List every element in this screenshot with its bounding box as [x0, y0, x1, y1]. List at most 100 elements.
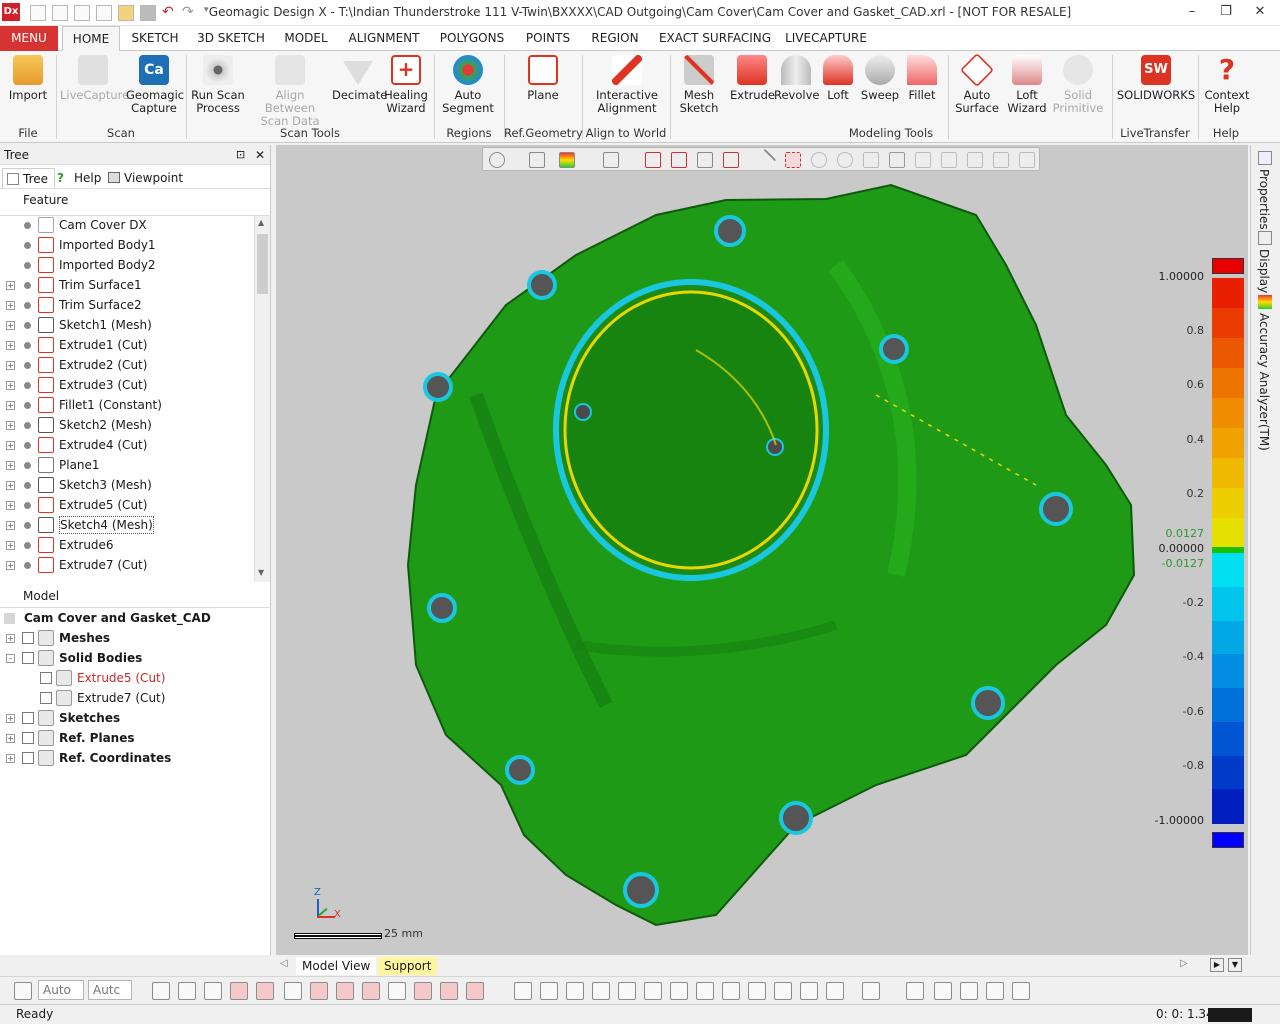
feature-tree-row[interactable]: + Sketch3 (Mesh) [0, 475, 255, 495]
feature-tree-row[interactable]: + Extrude2 (Cut) [0, 355, 255, 375]
model-tree-row[interactable]: Extrude5 (Cut) [0, 668, 270, 688]
expand-icon[interactable]: + [6, 361, 15, 370]
visibility-checkbox[interactable] [22, 652, 34, 664]
selection-filter-combo[interactable]: Auto [38, 980, 84, 1000]
menu-tab[interactable]: MENU [0, 26, 58, 51]
expand-icon[interactable]: + [6, 461, 15, 470]
tab-properties[interactable]: Properties [1257, 169, 1271, 230]
view-option-icon[interactable] [696, 982, 714, 1000]
expand-icon[interactable]: + [6, 634, 15, 643]
feature-tree-row[interactable]: + Sketch2 (Mesh) [0, 415, 255, 435]
expand-icon[interactable]: + [6, 541, 15, 550]
mesh-sketch-button[interactable]: Mesh Sketch [674, 55, 724, 115]
tab-display[interactable]: Display [1257, 249, 1271, 293]
feature-tree-row[interactable]: + Sketch1 (Mesh) [0, 315, 255, 335]
visibility-dot-icon[interactable] [24, 222, 31, 229]
expand-icon[interactable]: + [6, 341, 15, 350]
tab-accuracy-analyzer[interactable]: Accuracy Analyzer(TM) [1257, 313, 1271, 451]
model-tree-row[interactable]: + Ref. Planes [0, 728, 270, 748]
tab-viewpoint[interactable]: Viewpoint [104, 168, 183, 188]
tab-tree[interactable]: Tree [2, 168, 56, 188]
3d-viewport[interactable]: Z X 25 mm 1.00000 0.8 0.6 0.4 0.2 0.0127 0.000… [276, 145, 1248, 955]
expand-icon[interactable]: + [6, 561, 15, 570]
view-option-icon[interactable] [310, 982, 328, 1000]
expand-icon[interactable]: + [6, 714, 15, 723]
view-option-icon[interactable] [618, 982, 636, 1000]
tab-support[interactable]: Support [378, 957, 438, 975]
tab-polygons[interactable]: POLYGONS [434, 26, 510, 51]
view-option-icon[interactable] [388, 982, 406, 1000]
healing-wizard-button[interactable]: + Healing Wizard [384, 55, 428, 115]
feature-tree-row[interactable]: + Trim Surface2 [0, 295, 255, 315]
loft-wizard-button[interactable]: Loft Wizard [1002, 55, 1052, 115]
expand-icon[interactable]: + [6, 401, 15, 410]
expand-icon[interactable]: – [6, 654, 15, 663]
feature-tree-row[interactable]: + Sketch4 (Mesh) [0, 515, 255, 535]
tab-model-view[interactable]: Model View [296, 957, 377, 975]
deviation-colorbar[interactable]: 1.00000 0.8 0.6 0.4 0.2 0.0127 0.00000 -0.0127 -… [1155, 258, 1244, 848]
feature-tree-row[interactable]: + Extrude5 (Cut) [0, 495, 255, 515]
minimize-button[interactable]: – [1180, 2, 1204, 22]
visibility-dot-icon[interactable] [24, 402, 31, 409]
view-option-icon[interactable] [514, 982, 532, 1000]
visibility-dot-icon[interactable] [24, 522, 31, 529]
feature-tree-row[interactable]: Imported Body2 [0, 255, 255, 275]
view-option-icon[interactable] [986, 982, 1004, 1000]
visibility-checkbox[interactable] [22, 712, 34, 724]
expand-icon[interactable]: + [6, 421, 15, 430]
view-option-icon[interactable] [592, 982, 610, 1000]
expand-icon[interactable]: + [6, 521, 15, 530]
tab-sketch[interactable]: SKETCH [124, 26, 186, 51]
feature-tree-row[interactable]: + Trim Surface1 [0, 275, 255, 295]
visibility-checkbox[interactable] [22, 752, 34, 764]
extrude-button[interactable]: Extrude [730, 55, 775, 102]
feature-tree-row[interactable]: + Extrude7 (Cut) [0, 555, 255, 575]
visibility-dot-icon[interactable] [24, 562, 31, 569]
feature-tree-row[interactable]: Imported Body1 [0, 235, 255, 255]
tab-exact-surfacing[interactable]: EXACT SURFACING [656, 26, 774, 51]
view-option-icon[interactable] [800, 982, 818, 1000]
tab-alignment[interactable]: ALIGNMENT [344, 26, 424, 51]
feature-tree-row[interactable]: + Extrude3 (Cut) [0, 375, 255, 395]
visibility-dot-icon[interactable] [24, 482, 31, 489]
visibility-checkbox[interactable] [40, 692, 52, 704]
visibility-dot-icon[interactable] [24, 282, 31, 289]
expand-icon[interactable]: + [6, 441, 15, 450]
tab-menu-icon[interactable]: ▼ [1228, 958, 1242, 972]
model-root[interactable]: Cam Cover and Gasket_CAD [0, 608, 271, 628]
scroll-up-icon[interactable]: ▲ [258, 218, 264, 227]
feature-tree-row[interactable]: + Extrude6 [0, 535, 255, 555]
tabs-scroll-left-icon[interactable]: ◁ [280, 958, 288, 969]
view-option-icon[interactable] [540, 982, 558, 1000]
feature-tree-row[interactable]: Cam Cover DX [0, 215, 255, 235]
expand-icon[interactable]: + [6, 501, 15, 510]
import-button[interactable]: Import [2, 55, 54, 102]
plane-button[interactable]: Plane [512, 55, 574, 102]
visibility-dot-icon[interactable] [24, 362, 31, 369]
view-option-icon[interactable] [362, 982, 380, 1000]
model-tree-row[interactable]: – Solid Bodies [0, 648, 270, 668]
view-option-icon[interactable] [960, 982, 978, 1000]
view-option-icon[interactable] [152, 982, 170, 1000]
solidworks-button[interactable]: SW SOLIDWORKS [1116, 55, 1196, 102]
view-option-icon[interactable] [336, 982, 354, 1000]
view-option-icon[interactable] [826, 982, 844, 1000]
view-option-icon[interactable] [1012, 982, 1030, 1000]
view-option-icon[interactable] [466, 982, 484, 1000]
visibility-dot-icon[interactable] [24, 502, 31, 509]
visibility-dot-icon[interactable] [24, 242, 31, 249]
tab-model[interactable]: MODEL [278, 26, 334, 51]
visibility-dot-icon[interactable] [24, 382, 31, 389]
tab-points[interactable]: POINTS [520, 26, 576, 51]
view-option-icon[interactable] [934, 982, 952, 1000]
visibility-dot-icon[interactable] [24, 322, 31, 329]
visibility-dot-icon[interactable] [24, 462, 31, 469]
expand-icon[interactable]: + [6, 734, 15, 743]
tab-help[interactable]: ? Help [54, 168, 101, 188]
visibility-dot-icon[interactable] [24, 542, 31, 549]
expand-icon[interactable]: + [6, 381, 15, 390]
restore-button[interactable]: ❐ [1214, 2, 1238, 22]
context-help-button[interactable]: ? Context Help [1202, 55, 1252, 115]
expand-icon[interactable]: + [6, 321, 15, 330]
feature-tree-row[interactable]: + Fillet1 (Constant) [0, 395, 255, 415]
